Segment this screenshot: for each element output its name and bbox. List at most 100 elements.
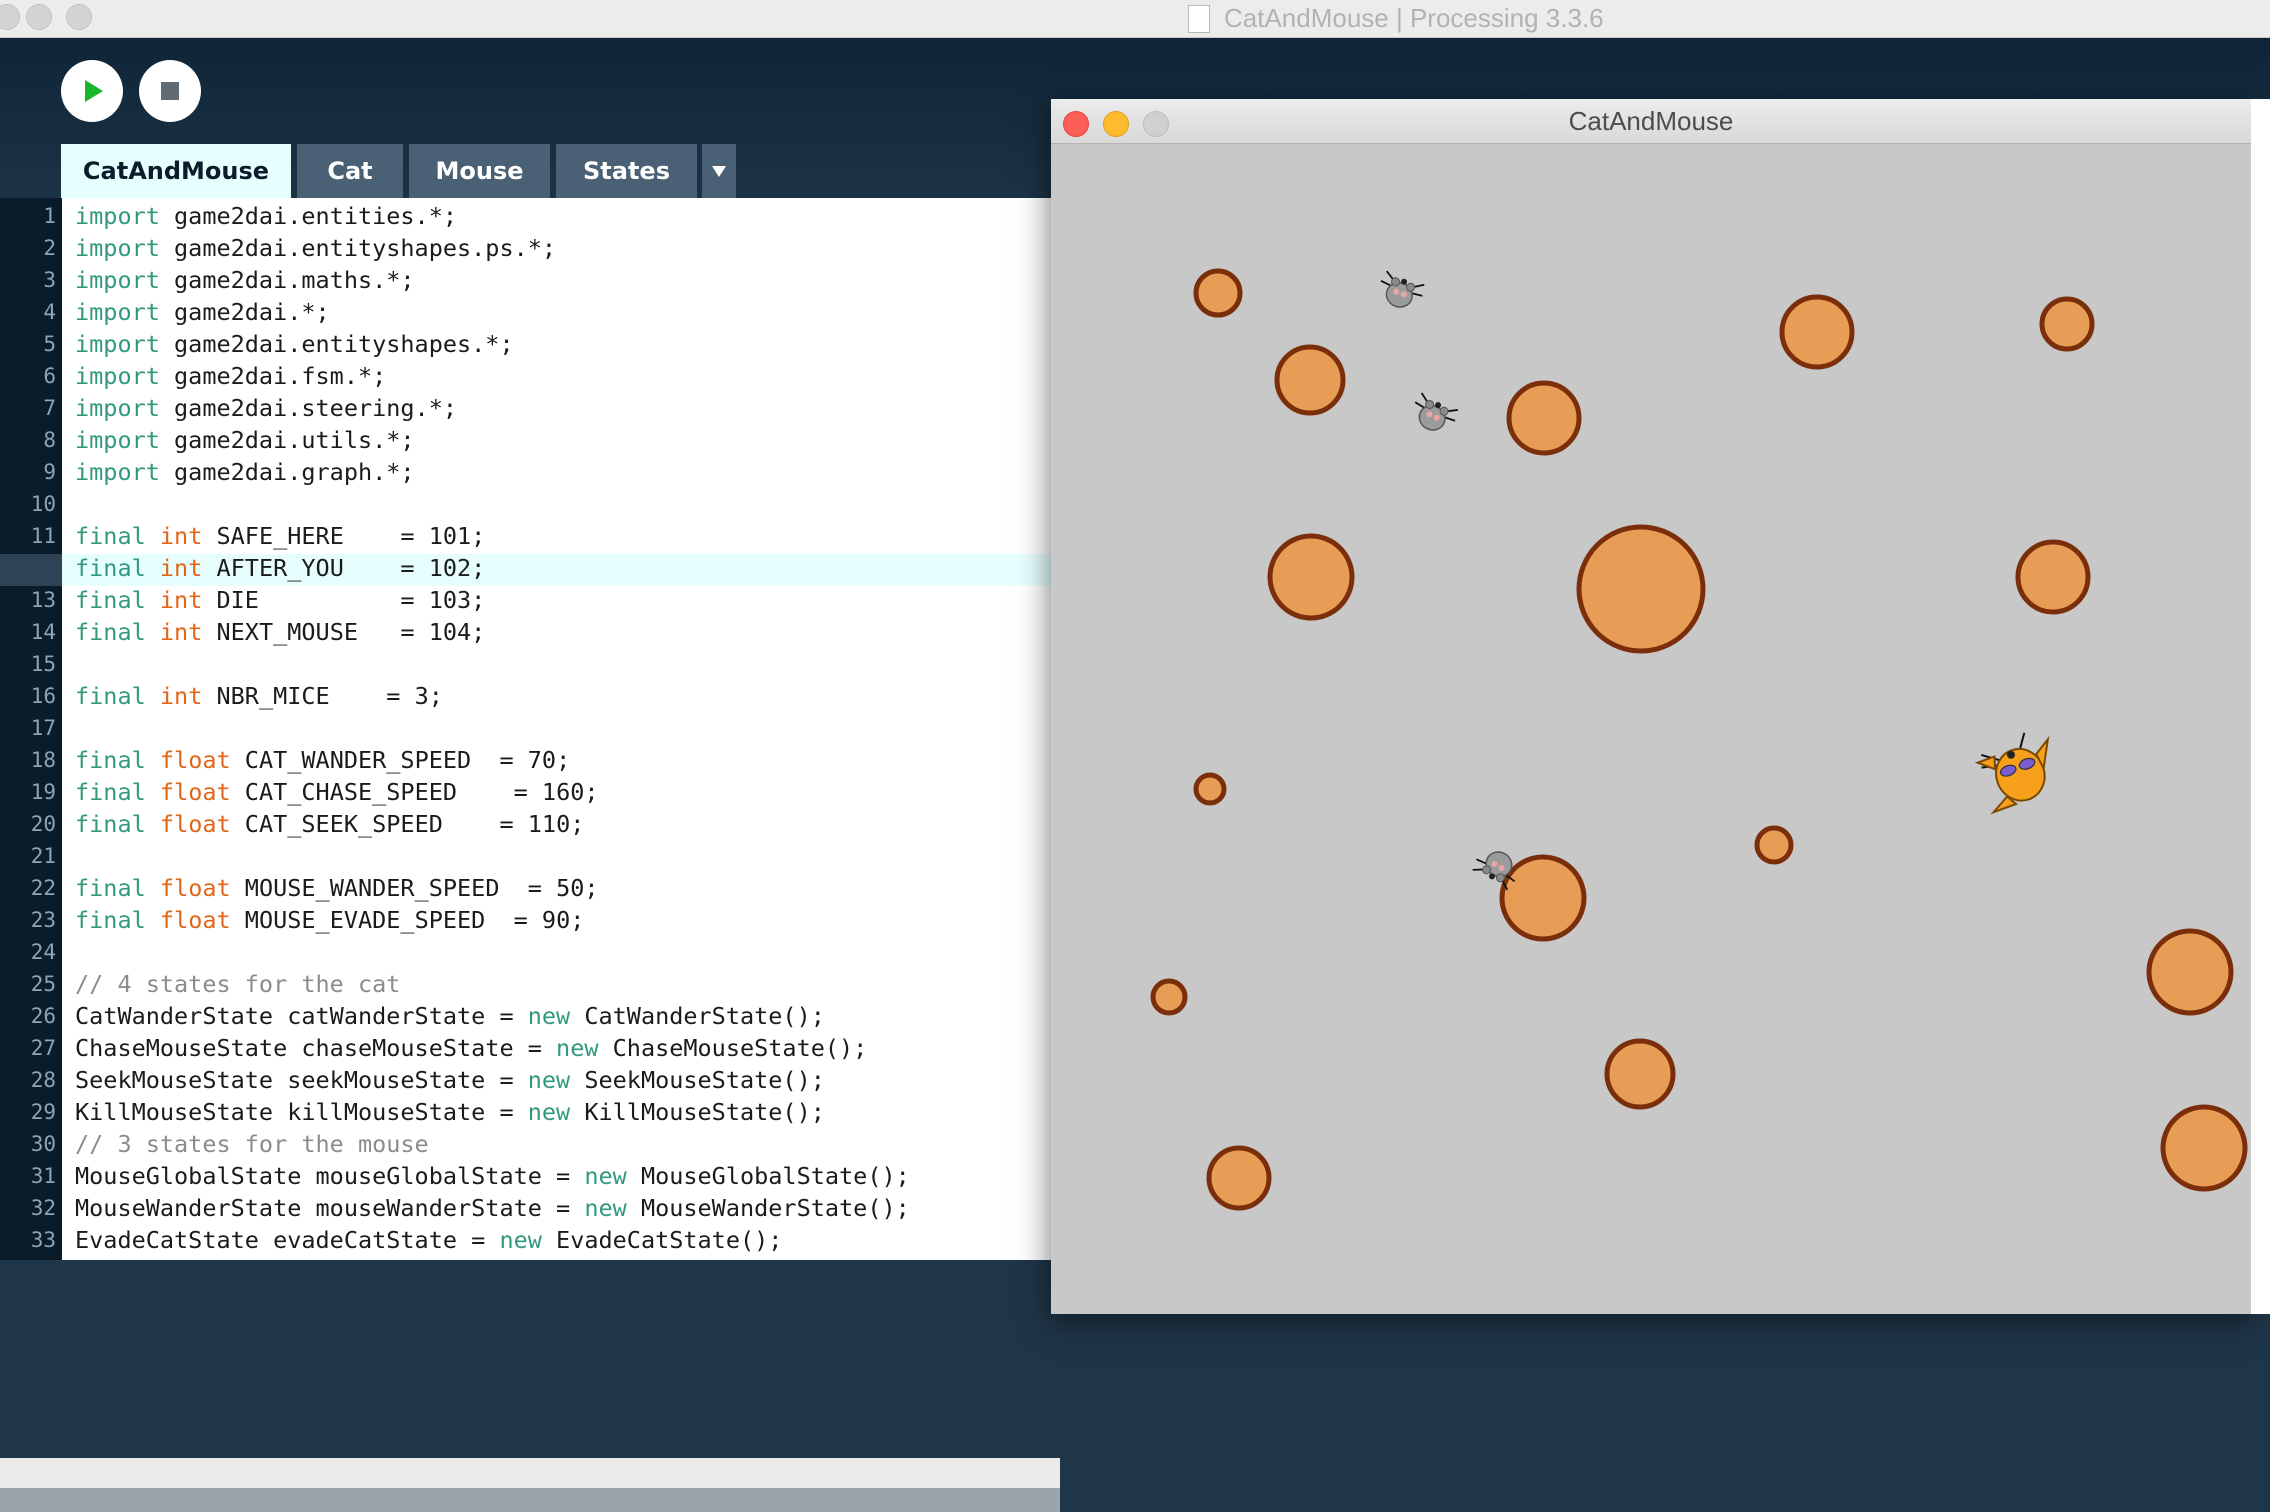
line-number: 31: [30, 1164, 56, 1188]
line-number: 21: [30, 844, 56, 868]
code-line[interactable]: KillMouseState killMouseState = new Kill…: [75, 1096, 825, 1128]
sketch-canvas[interactable]: [1051, 143, 2251, 1314]
line-number: 9: [43, 460, 56, 484]
line-number: 25: [30, 972, 56, 996]
obstacle-circle: [2146, 928, 2234, 1016]
obstacle-circle: [1779, 294, 1855, 370]
stop-button[interactable]: [139, 60, 201, 122]
obstacle-circle: [1576, 524, 1706, 654]
code-line[interactable]: // 3 states for the mouse: [75, 1128, 429, 1160]
code-line[interactable]: final float CAT_CHASE_SPEED = 160;: [75, 776, 599, 808]
code-line[interactable]: import game2dai.utils.*;: [75, 424, 415, 456]
sketch-window: CatAndMouse: [1051, 99, 2251, 1314]
code-line[interactable]: MouseWanderState mouseWanderState = new …: [75, 1192, 910, 1224]
line-number: 27: [30, 1036, 56, 1060]
line-number: 14: [30, 620, 56, 644]
line-number: 15: [30, 652, 56, 676]
triangle-down-icon: [712, 166, 726, 177]
zoom-window-button[interactable]: [66, 4, 92, 30]
line-number: 5: [43, 332, 56, 356]
window-title-group: CatAndMouse | Processing 3.3.6: [1188, 0, 1604, 37]
desktop-edge: [2251, 99, 2270, 1314]
line-number: 13: [30, 588, 56, 612]
mouse-sprite: [1414, 392, 1458, 431]
play-icon: [85, 80, 103, 102]
line-number: 2: [43, 236, 56, 260]
code-line[interactable]: EvadeCatState evadeCatState = new EvadeC…: [75, 1224, 782, 1256]
stop-icon: [161, 82, 179, 100]
code-line[interactable]: import game2dai.entityshapes.*;: [75, 328, 514, 360]
line-number: 19: [30, 780, 56, 804]
tab-cat[interactable]: Cat: [297, 144, 403, 198]
obstacle-circle: [1150, 978, 1188, 1016]
code-line[interactable]: final float MOUSE_EVADE_SPEED = 90;: [75, 904, 584, 936]
ide-title-bar: CatAndMouse | Processing 3.3.6: [0, 0, 2270, 38]
line-number: 10: [30, 492, 56, 516]
code-line[interactable]: import game2dai.entities.*;: [75, 200, 457, 232]
cat-sprite: [1974, 732, 2050, 815]
code-line[interactable]: import game2dai.fsm.*;: [75, 360, 386, 392]
line-number: 24: [30, 940, 56, 964]
obstacle-circle: [2015, 539, 2091, 615]
close-window-button[interactable]: [0, 4, 20, 30]
tab-mouse[interactable]: Mouse: [409, 144, 550, 198]
code-line[interactable]: final int SAFE_HERE = 101;: [75, 520, 485, 552]
ide-window-title: CatAndMouse | Processing 3.3.6: [1224, 3, 1604, 33]
line-number: 7: [43, 396, 56, 420]
line-number: 8: [43, 428, 56, 452]
code-line[interactable]: import game2dai.maths.*;: [75, 264, 415, 296]
code-line[interactable]: final float MOUSE_WANDER_SPEED = 50;: [75, 872, 599, 904]
obstacle-circle: [1506, 380, 1582, 456]
code-line[interactable]: import game2dai.entityshapes.ps.*;: [75, 232, 556, 264]
mouse-sprite: [1380, 270, 1425, 308]
code-editor[interactable]: 1234567891011121314151617181920212223242…: [0, 198, 1060, 1512]
line-number: 26: [30, 1004, 56, 1028]
code-line[interactable]: // 4 states for the cat: [75, 968, 400, 1000]
minimize-window-button[interactable]: [26, 4, 52, 30]
tab-catandmouse[interactable]: CatAndMouse: [61, 144, 291, 198]
code-line[interactable]: SeekMouseState seekMouseState = new Seek…: [75, 1064, 825, 1096]
obstacle-circle: [1193, 772, 1227, 806]
obstacle-circle: [2039, 296, 2095, 352]
code-line[interactable]: import game2dai.graph.*;: [75, 456, 415, 488]
obstacle-circle: [1604, 1038, 1676, 1110]
code-line[interactable]: final int AFTER_YOU = 102;: [75, 552, 485, 584]
sketch-title-bar: CatAndMouse: [1051, 99, 2251, 144]
obstacle-circle: [1274, 344, 1346, 416]
code-line[interactable]: import game2dai.*;: [75, 296, 330, 328]
obstacle-circle: [1193, 268, 1243, 318]
code-line[interactable]: MouseGlobalState mouseGlobalState = new …: [75, 1160, 910, 1192]
obstacle-circle: [2160, 1104, 2248, 1192]
document-icon: [1188, 4, 1210, 33]
line-number: 16: [30, 684, 56, 708]
code-line[interactable]: final int NBR_MICE = 3;: [75, 680, 443, 712]
line-number: 1: [43, 204, 56, 228]
current-line-gutter-highlight: [0, 554, 62, 586]
sketch-window-title: CatAndMouse: [1568, 106, 1734, 136]
line-number: 18: [30, 748, 56, 772]
code-line[interactable]: final int DIE = 103;: [75, 584, 485, 616]
code-line[interactable]: ChaseMouseState chaseMouseState = new Ch…: [75, 1032, 867, 1064]
code-line[interactable]: import game2dai.steering.*;: [75, 392, 457, 424]
line-number: 29: [30, 1100, 56, 1124]
line-number: 32: [30, 1196, 56, 1220]
obstacle-circle: [1499, 854, 1587, 942]
tab-menu-button[interactable]: [702, 144, 736, 198]
obstacle-circle: [1267, 533, 1355, 621]
line-number: 3: [43, 268, 56, 292]
line-number: 28: [30, 1068, 56, 1092]
line-number: 17: [30, 716, 56, 740]
code-line[interactable]: final float CAT_WANDER_SPEED = 70;: [75, 744, 570, 776]
obstacle-circle: [1754, 825, 1794, 865]
line-number-gutter: 1234567891011121314151617181920212223242…: [0, 198, 62, 1260]
console-divider[interactable]: [0, 1488, 1060, 1512]
code-line[interactable]: final int NEXT_MOUSE = 104;: [75, 616, 485, 648]
run-button[interactable]: [61, 60, 123, 122]
line-number: 30: [30, 1132, 56, 1156]
code-line[interactable]: CatWanderState catWanderState = new CatW…: [75, 1000, 825, 1032]
line-number: 6: [43, 364, 56, 388]
code-line[interactable]: final float CAT_SEEK_SPEED = 110;: [75, 808, 584, 840]
line-number: 23: [30, 908, 56, 932]
tab-states[interactable]: States: [556, 144, 697, 198]
line-number: 20: [30, 812, 56, 836]
